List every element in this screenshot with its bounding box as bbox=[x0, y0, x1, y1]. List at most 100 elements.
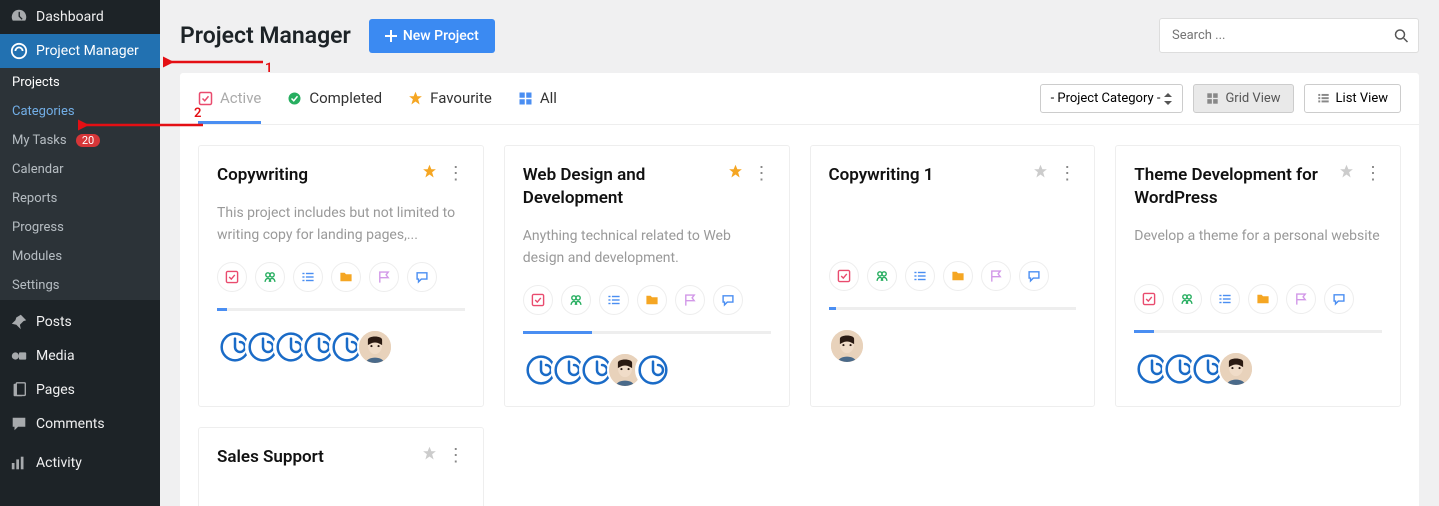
plus-icon bbox=[385, 30, 397, 42]
card-menu-button[interactable]: ⋮ bbox=[447, 447, 465, 465]
grid-view-button[interactable]: Grid View bbox=[1193, 84, 1293, 113]
team-icon[interactable] bbox=[255, 262, 285, 292]
avatar-list bbox=[217, 329, 465, 365]
select-label: - Project Category - bbox=[1051, 91, 1161, 106]
sidebar-item-dashboard[interactable]: Dashboard bbox=[0, 0, 160, 34]
card-toolbar bbox=[217, 262, 465, 292]
sidebar-label: Activity bbox=[36, 455, 82, 471]
avatar[interactable] bbox=[635, 352, 671, 388]
list-view-button[interactable]: List View bbox=[1304, 84, 1401, 113]
sidebar-sub-settings[interactable]: Settings bbox=[0, 271, 160, 300]
button-label: New Project bbox=[403, 28, 479, 44]
favourite-star[interactable] bbox=[422, 164, 437, 183]
check-icon[interactable] bbox=[217, 262, 247, 292]
card-menu-button[interactable]: ⋮ bbox=[753, 165, 771, 183]
chat-icon[interactable] bbox=[713, 285, 743, 315]
tab-label: All bbox=[540, 89, 557, 107]
team-icon[interactable] bbox=[561, 285, 591, 315]
chat-icon[interactable] bbox=[407, 262, 437, 292]
sidebar-label: Pages bbox=[36, 382, 75, 398]
check-icon[interactable] bbox=[829, 261, 859, 291]
pin-icon bbox=[10, 313, 28, 331]
sidebar-sub-projects[interactable]: Projects bbox=[0, 68, 160, 97]
card-description: This project includes but not limited to… bbox=[217, 203, 465, 246]
folder-icon[interactable] bbox=[637, 285, 667, 315]
check-icon[interactable] bbox=[523, 285, 553, 315]
favourite-star[interactable] bbox=[1033, 164, 1048, 183]
card-description: Develop a theme for a personal website bbox=[1134, 226, 1382, 268]
tab-completed[interactable]: Completed bbox=[287, 73, 382, 124]
card-menu-button[interactable]: ⋮ bbox=[1058, 165, 1076, 183]
sidebar-sub-modules[interactable]: Modules bbox=[0, 242, 160, 271]
main-content: Project Manager New Project Active Compl… bbox=[160, 0, 1439, 506]
team-icon[interactable] bbox=[1172, 284, 1202, 314]
sidebar-item-posts[interactable]: Posts bbox=[0, 305, 160, 339]
avatar-list bbox=[829, 328, 1077, 364]
folder-icon[interactable] bbox=[943, 261, 973, 291]
media-icon bbox=[10, 347, 28, 365]
flag-icon[interactable] bbox=[369, 262, 399, 292]
sidebar-sub-my-tasks[interactable]: My Tasks 20 bbox=[0, 126, 160, 155]
tab-favourite[interactable]: Favourite bbox=[408, 73, 492, 124]
favourite-star[interactable] bbox=[422, 446, 437, 465]
check-icon[interactable] bbox=[1134, 284, 1164, 314]
project-card[interactable]: Web Design and Development ⋮ Anything te… bbox=[504, 145, 790, 407]
folder-icon[interactable] bbox=[1248, 284, 1278, 314]
comments-icon bbox=[10, 415, 28, 433]
sidebar-sub-reports[interactable]: Reports bbox=[0, 184, 160, 213]
search-icon bbox=[1394, 28, 1409, 43]
sidebar-item-project-manager[interactable]: Project Manager bbox=[0, 34, 160, 68]
team-icon[interactable] bbox=[867, 261, 897, 291]
page-header: Project Manager New Project bbox=[180, 0, 1419, 73]
chat-icon[interactable] bbox=[1324, 284, 1354, 314]
chat-icon[interactable] bbox=[1019, 261, 1049, 291]
progress-bar bbox=[523, 331, 771, 334]
card-description: Anything technical related to Web design… bbox=[523, 226, 771, 269]
flag-icon[interactable] bbox=[981, 261, 1011, 291]
progress-bar bbox=[829, 307, 1077, 310]
favourite-star[interactable] bbox=[728, 164, 743, 183]
avatar[interactable] bbox=[1218, 351, 1254, 387]
folder-icon[interactable] bbox=[331, 262, 361, 292]
flag-icon[interactable] bbox=[1286, 284, 1316, 314]
project-card[interactable]: Copywriting 1 ⋮ bbox=[810, 145, 1096, 407]
card-toolbar bbox=[1134, 284, 1382, 314]
list-icon[interactable] bbox=[599, 285, 629, 315]
list-icon[interactable] bbox=[293, 262, 323, 292]
card-menu-button[interactable]: ⋮ bbox=[447, 165, 465, 183]
sidebar-item-activity[interactable]: Activity bbox=[0, 446, 160, 480]
new-project-button[interactable]: New Project bbox=[369, 19, 495, 53]
project-card[interactable]: Sales Support ⋮ bbox=[198, 427, 484, 506]
project-grid: Copywriting ⋮ This project includes but … bbox=[180, 125, 1419, 506]
tab-all[interactable]: All bbox=[518, 73, 557, 124]
category-filter[interactable]: - Project Category - bbox=[1040, 84, 1184, 113]
card-menu-button[interactable]: ⋮ bbox=[1364, 165, 1382, 183]
sidebar-sub-calendar[interactable]: Calendar bbox=[0, 155, 160, 184]
tab-active[interactable]: Active bbox=[198, 73, 261, 124]
search-input[interactable] bbox=[1159, 18, 1419, 53]
project-card[interactable]: Theme Development for WordPress ⋮ Develo… bbox=[1115, 145, 1401, 407]
list-icon[interactable] bbox=[1210, 284, 1240, 314]
card-title: Copywriting bbox=[217, 164, 308, 187]
card-title: Theme Development for WordPress bbox=[1134, 164, 1339, 210]
pm-icon bbox=[10, 42, 28, 60]
avatar-list bbox=[1134, 351, 1382, 387]
card-toolbar bbox=[523, 285, 771, 315]
favourite-star[interactable] bbox=[1339, 164, 1354, 183]
star-icon bbox=[408, 91, 423, 106]
grid-icon bbox=[518, 91, 533, 106]
sidebar-label: Media bbox=[36, 348, 75, 364]
list-icon[interactable] bbox=[905, 261, 935, 291]
sidebar-sub-progress[interactable]: Progress bbox=[0, 213, 160, 242]
project-card[interactable]: Copywriting ⋮ This project includes but … bbox=[198, 145, 484, 407]
sidebar-item-pages[interactable]: Pages bbox=[0, 373, 160, 407]
avatar[interactable] bbox=[357, 329, 393, 365]
tab-label: Active bbox=[220, 89, 261, 107]
tab-label: Completed bbox=[309, 89, 382, 107]
sidebar-label: Dashboard bbox=[36, 9, 104, 25]
sidebar-item-media[interactable]: Media bbox=[0, 339, 160, 373]
sidebar-sub-categories[interactable]: Categories bbox=[0, 97, 160, 126]
avatar[interactable] bbox=[829, 328, 865, 364]
flag-icon[interactable] bbox=[675, 285, 705, 315]
sidebar-item-comments[interactable]: Comments bbox=[0, 407, 160, 441]
